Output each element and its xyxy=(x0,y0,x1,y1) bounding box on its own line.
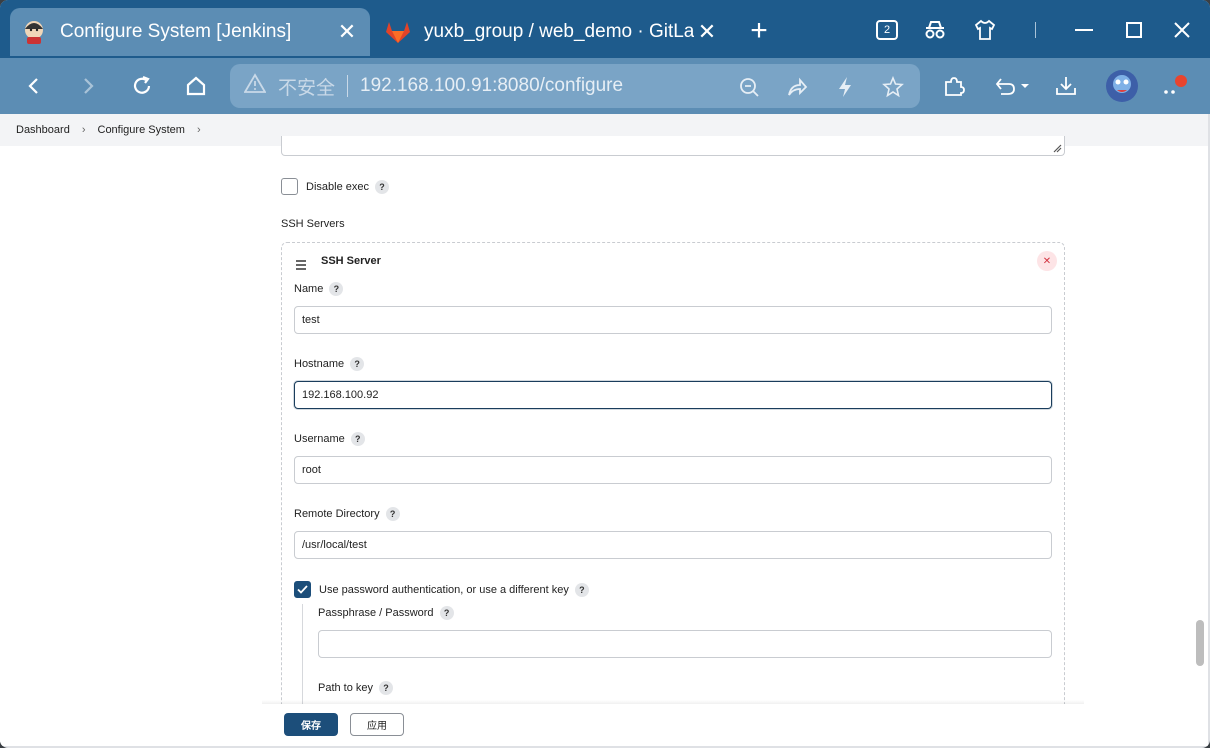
checkmark-icon xyxy=(297,585,308,594)
minimize-button[interactable] xyxy=(1068,14,1100,46)
tab-strip: Configure System [Jenkins] ✕ yuxb_group … xyxy=(0,0,1210,58)
download-icon[interactable] xyxy=(1050,70,1082,102)
jenkins-page: Dashboard › Configure System › Disable e… xyxy=(0,114,1208,746)
shirt-icon[interactable] xyxy=(970,14,1000,46)
address-separator xyxy=(347,75,349,97)
help-icon[interactable]: ? xyxy=(350,357,365,371)
extensions-icon[interactable] xyxy=(938,70,970,102)
forward-icon[interactable] xyxy=(72,70,104,102)
breadcrumb-dashboard[interactable]: Dashboard xyxy=(16,124,70,136)
name-input[interactable]: test xyxy=(294,306,1052,334)
maximize-button[interactable] xyxy=(1118,14,1150,46)
hostname-label: Hostname xyxy=(294,357,345,370)
remote-directory-input[interactable]: /usr/local/test xyxy=(294,531,1052,559)
tab-jenkins[interactable]: Configure System [Jenkins] ✕ xyxy=(10,8,370,56)
jenkins-favicon-icon xyxy=(20,18,48,46)
browser-window: Configure System [Jenkins] ✕ yuxb_group … xyxy=(0,0,1210,748)
path-to-key-label: Path to key xyxy=(318,681,374,694)
reload-icon[interactable] xyxy=(126,70,158,102)
remove-server-button[interactable]: ✕ xyxy=(1037,251,1057,271)
browser-toolbar: 不安全 192.168.100.91:8080/configure xyxy=(0,58,1210,114)
tab-count-icon[interactable]: 2 xyxy=(874,14,900,46)
help-icon[interactable]: ? xyxy=(329,282,344,296)
passphrase-label-row: Passphrase / Password? xyxy=(318,606,454,620)
tab-gitlab[interactable]: yuxb_group / web_demo · GitLab ✕ xyxy=(374,8,730,56)
passphrase-input[interactable] xyxy=(318,630,1052,658)
help-icon[interactable]: ? xyxy=(350,432,365,446)
back-icon[interactable] xyxy=(18,70,50,102)
hostname-input[interactable]: 192.168.100.92 xyxy=(294,381,1052,409)
incognito-icon[interactable] xyxy=(920,14,950,46)
tab-close-icon[interactable]: ✕ xyxy=(694,19,720,45)
use-password-auth-label: Use password authentication, or use a di… xyxy=(319,583,569,596)
disable-exec-checkbox[interactable] xyxy=(281,178,298,195)
username-input[interactable]: root xyxy=(294,456,1052,484)
new-tab-button[interactable]: + xyxy=(742,14,776,48)
nested-section-line xyxy=(302,604,303,704)
breadcrumb-configure-system[interactable]: Configure System xyxy=(98,124,185,136)
history-back-dropdown-icon[interactable] xyxy=(992,70,1032,102)
lightning-icon[interactable] xyxy=(832,74,858,100)
apply-button[interactable]: 应用 xyxy=(350,713,404,736)
remote-directory-label-row: Remote Directory? xyxy=(294,507,400,521)
save-button[interactable]: 保存 xyxy=(284,713,338,736)
ssh-servers-label: SSH Servers xyxy=(281,218,345,230)
bottom-action-bar: 保存 应用 xyxy=(0,700,1208,746)
name-label: Name xyxy=(294,282,324,295)
share-icon[interactable] xyxy=(784,74,810,100)
chevron-right-icon: › xyxy=(81,124,86,136)
path-to-key-label-row: Path to key? xyxy=(318,681,394,695)
help-icon[interactable]: ? xyxy=(574,583,589,597)
url-text[interactable]: 192.168.100.91:8080/configure xyxy=(360,75,623,97)
star-icon[interactable] xyxy=(880,74,906,100)
username-label: Username xyxy=(294,432,345,445)
username-label-row: Username? xyxy=(294,432,365,446)
ssh-server-title: SSH Server xyxy=(321,255,381,267)
zoom-out-icon[interactable] xyxy=(736,74,762,100)
scrollbar-thumb[interactable] xyxy=(1196,620,1204,666)
drag-handle-icon[interactable] xyxy=(295,257,307,275)
textarea-bottom-edge[interactable] xyxy=(281,136,1065,156)
home-icon[interactable] xyxy=(180,70,212,102)
use-password-auth-row: Use password authentication, or use a di… xyxy=(319,583,589,597)
resize-handle-icon xyxy=(1053,144,1062,153)
chevron-right-icon[interactable]: › xyxy=(197,124,201,136)
gitlab-favicon-icon xyxy=(384,18,412,46)
close-window-button[interactable] xyxy=(1166,14,1198,46)
address-bar[interactable]: 不安全 192.168.100.91:8080/configure xyxy=(230,64,920,108)
passphrase-label: Passphrase / Password xyxy=(318,606,434,619)
warning-icon xyxy=(243,73,267,99)
help-icon[interactable]: ? xyxy=(385,507,400,521)
tab-title: yuxb_group / web_demo · GitLab xyxy=(424,21,694,42)
hostname-label-row: Hostname? xyxy=(294,357,365,371)
disable-exec-label: Disable exec xyxy=(306,180,369,193)
tab-close-icon[interactable]: ✕ xyxy=(334,19,360,45)
bar-shadow xyxy=(262,700,1084,704)
help-icon[interactable]: ? xyxy=(379,681,394,695)
menu-more-icon[interactable] xyxy=(1158,70,1190,102)
profile-avatar[interactable] xyxy=(1104,68,1140,104)
tab-title: Configure System [Jenkins] xyxy=(60,21,292,42)
disable-exec-row: Disable exec? xyxy=(306,180,389,194)
help-icon[interactable]: ? xyxy=(439,606,454,620)
remote-directory-label: Remote Directory xyxy=(294,507,380,520)
toolbar-divider xyxy=(1030,14,1040,46)
name-label-row: Name? xyxy=(294,282,344,296)
help-icon[interactable]: ? xyxy=(374,180,389,194)
insecure-label: 不安全 xyxy=(278,77,336,99)
use-password-auth-checkbox[interactable] xyxy=(294,581,311,598)
